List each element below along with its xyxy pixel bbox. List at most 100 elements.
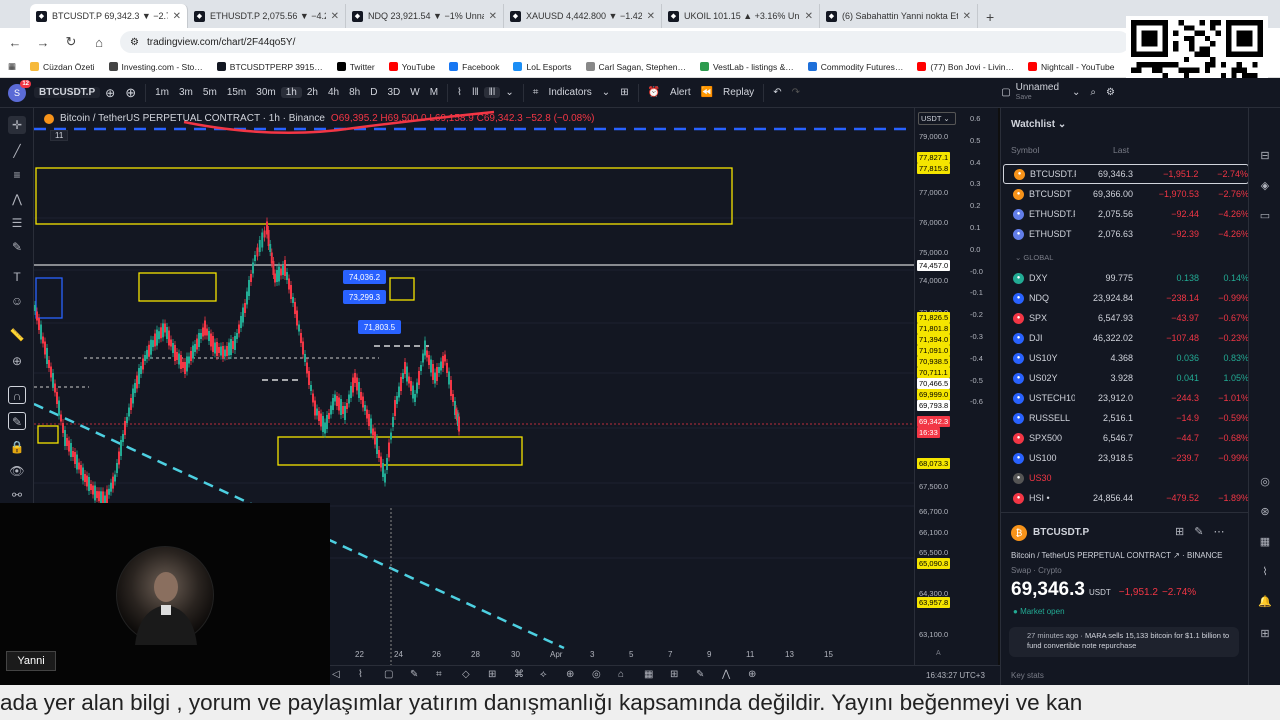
bookmark-item[interactable]: Nightcall - YouTube [1028,62,1114,72]
timeframe-button[interactable]: 1m [150,87,174,98]
browser-tab[interactable]: ◆ XAUUSD 4,442.800 ▼ −1.42% U… ✕ [504,4,662,28]
ruler-icon[interactable]: 📏 [8,326,26,344]
bookmark-item[interactable]: Carl Sagan, Stephen… [585,62,686,72]
replay-icon[interactable]: ⏪ [696,87,718,98]
close-tab-icon[interactable]: ✕ [805,11,813,22]
watchlist-row[interactable]: ● US10Y 4.368 0.036 0.83% [1003,348,1249,368]
zoom-in-icon[interactable]: ⊕ [8,352,26,370]
layout-icon[interactable]: ▢ [996,87,1015,98]
zone-rectangle[interactable] [138,272,217,302]
candles-icon[interactable]: ǀǁ [467,87,484,98]
zone-rectangle[interactable] [37,425,59,444]
indicator-count-badge[interactable]: 11 [50,130,69,141]
bookmark-item[interactable]: Commodity Futures… [807,62,903,72]
replay-button[interactable]: Replay [718,87,759,98]
price-tag[interactable]: 69,793.8 [917,400,951,411]
bottom-tool-icon[interactable]: ⋀ [722,669,730,680]
alert-icon[interactable]: ⏰ [643,87,665,98]
price-tag[interactable]: 70,711.1 [917,367,950,378]
price-tag[interactable]: 71,801.8 [917,323,951,334]
bottom-tool-icon[interactable]: ⟡ [540,669,547,680]
apps-icon[interactable]: ▦ [8,61,16,72]
bottom-tool-icon[interactable]: ▦ [644,669,653,680]
price-tag[interactable]: 65,090.8 [917,558,951,569]
search-icon[interactable]: ⌕ [1085,87,1101,98]
price-tag[interactable]: 70,938.5 [917,356,951,367]
timeframe-button[interactable]: 8h [344,87,365,98]
bottom-tool-icon[interactable]: ⊕ [748,669,756,680]
forward-icon[interactable]: → [36,35,50,50]
apps-grid-icon[interactable]: ⊞ [1257,626,1273,642]
bookmark-item[interactable]: (77) Bon Jovi - Livin… [917,62,1014,72]
bottom-tool-icon[interactable]: ⊕ [566,669,574,680]
link-icon[interactable]: ⚯ [8,486,26,504]
undo-icon[interactable]: ↶ [768,87,786,98]
timeframe-button[interactable]: D [365,87,382,98]
close-tab-icon[interactable]: ✕ [489,11,497,22]
templates-icon[interactable]: ⊞ [615,87,633,98]
browser-tab[interactable]: ◆ NDQ 23,921.54 ▼ −1% Unnam… ✕ [346,4,504,28]
bottom-tool-icon[interactable]: ⌇ [358,669,363,680]
layout-name[interactable]: Unnamed Save [1016,82,1059,103]
bookmark-item[interactable]: YouTube [388,62,435,72]
crosshair-icon[interactable]: ✛ [8,116,26,134]
price-tag[interactable]: 69,342.3 [917,416,951,427]
price-callout[interactable]: 73,299.3 [343,290,386,304]
price-callout[interactable]: 71,803.5 [358,320,401,334]
calendar-icon[interactable]: ▦ [1257,534,1273,550]
watchlist-row[interactable]: ● SPX500 6,546.7 −44.7 −0.68% [1003,428,1249,448]
chevron-down-icon[interactable]: ⌄ [597,87,615,98]
grid-icon[interactable]: ⊞ [1175,525,1184,538]
bottom-tool-icon[interactable]: ▢ [384,669,393,680]
indicators-icon[interactable]: ⌗ [528,87,544,98]
price-axis[interactable]: USDT ⌄ 79,000.0 77,000.0 76,000.0 75,000.0 7… [914,108,958,665]
time-axis[interactable]: 22 24 26 28 30 Apr 3 5 7 9 11 13 15 A 16:43:27 UTC+3 ◁ ⌇… [330,650,1000,685]
chevron-down-icon[interactable]: ⌄ [500,87,518,98]
add-symbol-icon[interactable]: ⊕ [120,85,141,101]
currency-selector[interactable]: USDT ⌄ [918,112,956,125]
close-tab-icon[interactable]: ✕ [331,11,339,22]
eye-icon[interactable]: 👁 [8,462,26,480]
col-last[interactable]: Last [1113,145,1129,155]
news-card[interactable]: 27 minutes ago · MARA sells 15,133 bitco… [1009,627,1239,657]
trendline-icon[interactable]: ╱ [8,142,26,160]
bookmark-item[interactable]: LoL Esports [513,62,572,72]
price-tag[interactable]: 74,457.0 [917,260,951,271]
site-info-icon[interactable]: ⚙ [130,37,139,48]
axis-mode-label[interactable]: A [936,650,941,657]
bottom-tool-icon[interactable]: ◇ [462,669,470,680]
forecast-icon[interactable]: ☰ [8,214,26,232]
close-tab-icon[interactable]: ✕ [647,11,655,22]
watchlist-row[interactable]: ●USTECH10023,912.0−244.3−1.01% [1003,388,1249,408]
symbol-search-button[interactable]: BTCUSDT.P [34,87,101,98]
url-field[interactable]: ⚙ tradingview.com/chart/2F44qo5Y/ [120,31,1130,53]
watchlist-row[interactable]: ● DJI 46,322.02 −107.48 −0.23% [1003,328,1249,348]
watchlist-row[interactable]: ● US02Y 3.928 0.041 1.05% [1003,368,1249,388]
bottom-tool-icon[interactable]: ⌘ [514,669,524,680]
bottom-tool-icon[interactable]: ◎ [592,669,601,680]
chart-type-icon[interactable]: ⌇ [452,87,467,98]
price-tag[interactable]: 70,466.5 [917,378,951,389]
back-icon[interactable]: ← [8,35,22,50]
more-icon[interactable]: ⋯ [1213,525,1224,538]
compare-icon[interactable]: ⊕ [100,86,120,100]
watchlist-row[interactable]: ● DXY 99.775 0.138 0.14% [1003,268,1249,288]
text-tool-icon[interactable]: T [8,268,26,286]
user-avatar[interactable]: S 12 [8,79,31,102]
watchlist-row[interactable]: ● HSI • 24,856.44 −479.52 −1.89% [1003,488,1249,508]
group-header[interactable]: ⌄ GLOBAL [1015,253,1053,262]
watchlist-row[interactable]: ● RUSSELL 2,516.1 −14.9 −0.59% [1003,408,1249,428]
chart-clock[interactable]: 16:43:27 UTC+3 [926,671,985,680]
new-tab-icon[interactable]: + [978,9,1002,28]
alerts-icon[interactable]: ⊟ [1257,148,1273,164]
timeframe-button[interactable]: 15m [222,87,251,98]
chat-icon[interactable]: ▭ [1257,208,1273,224]
price-tag[interactable]: 71,826.5 [917,312,951,323]
lock-icon[interactable]: 🔒 [8,438,26,456]
edit-icon[interactable]: ✎ [1194,525,1203,538]
bookmark-item[interactable]: Cüzdan Özeti [30,62,95,72]
timeframe-button[interactable]: 3m [174,87,198,98]
home-icon[interactable]: ⌂ [92,35,106,50]
pattern-icon[interactable]: ⋀ [8,190,26,208]
price-tag[interactable]: 71,091.0 [917,345,951,356]
